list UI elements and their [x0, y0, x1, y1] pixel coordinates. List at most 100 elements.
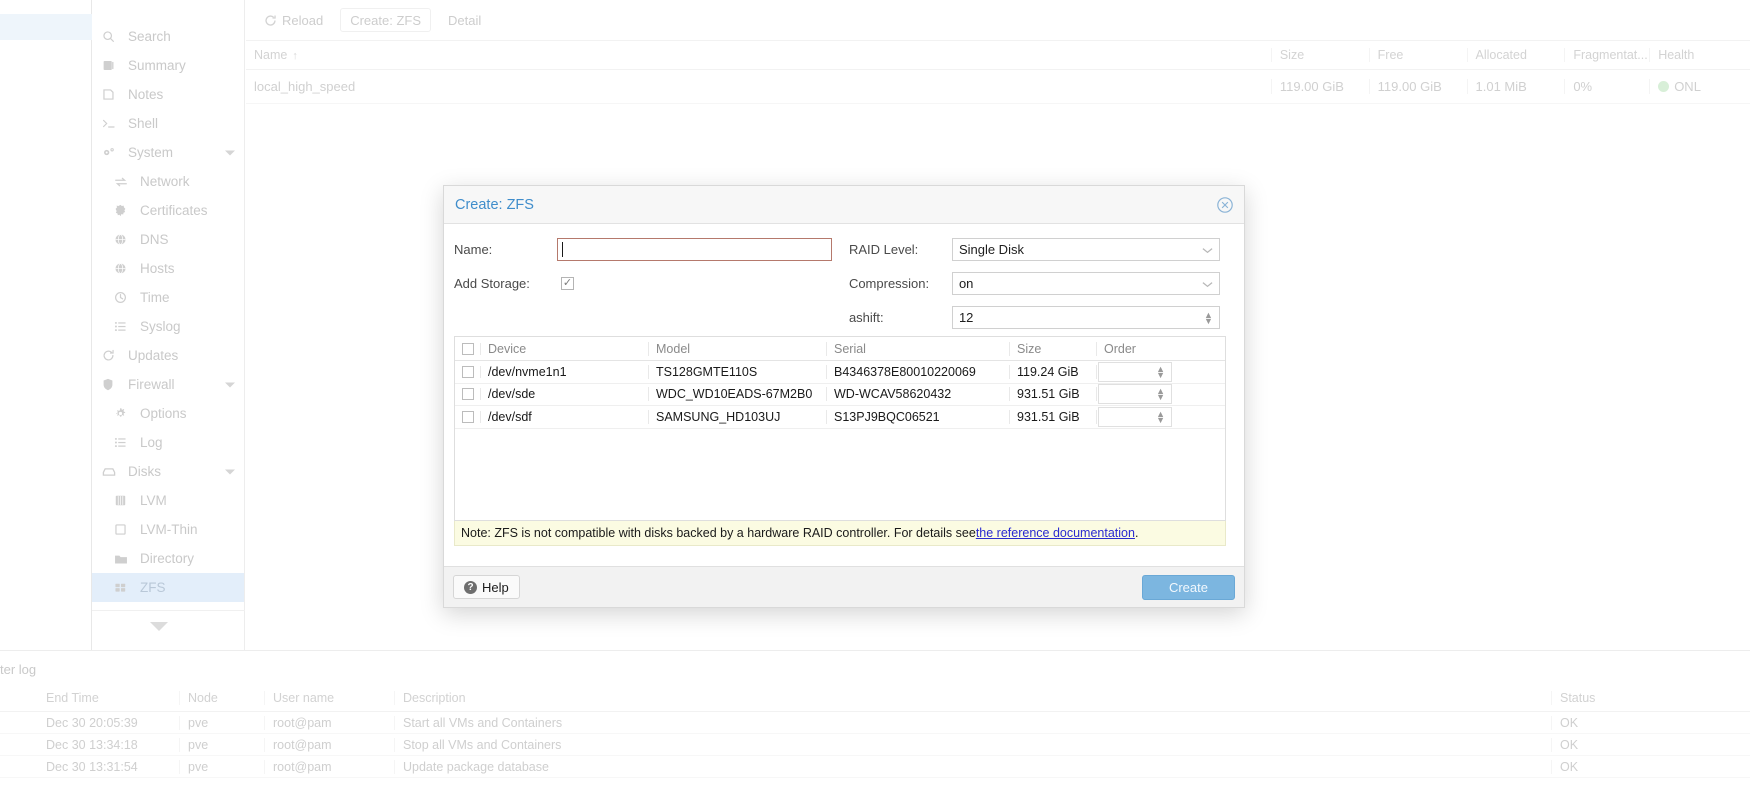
- network-icon: [114, 175, 133, 189]
- sidebar-collapse-icon[interactable]: [150, 622, 168, 631]
- sidebar-item-notes[interactable]: Notes: [92, 80, 244, 109]
- sidebar-item-network[interactable]: Network: [92, 167, 244, 196]
- cell-disk-size: 931.51 GiB: [1010, 387, 1097, 402]
- ashift-stepper[interactable]: 12 ▲ ▼: [951, 306, 1220, 329]
- sidebar-item-dns[interactable]: DNS: [92, 225, 244, 254]
- sidebar-item-firewall[interactable]: Firewall: [92, 370, 244, 399]
- sidebar-item-lvm-thin[interactable]: LVM-Thin: [92, 515, 244, 544]
- sidebar-item-syslog[interactable]: Syslog: [92, 312, 244, 341]
- dialog-form: Name: Add Storage: ✓ RAID Level: Single …: [454, 238, 1234, 329]
- table-row[interactable]: /dev/sdf SAMSUNG_HD103UJ S13PJ9BQC06521 931…: [455, 406, 1225, 429]
- add-storage-checkbox[interactable]: ✓: [561, 277, 574, 290]
- sidebar-item-shell[interactable]: Shell: [92, 109, 244, 138]
- select-all-checkbox[interactable]: [461, 342, 474, 355]
- table-row[interactable]: /dev/nvme1n1 TS128GMTE110S B4346378E800102…: [455, 361, 1225, 384]
- cell-order[interactable]: ▲ ▼: [1097, 406, 1173, 427]
- column-header-free[interactable]: Free: [1370, 48, 1468, 62]
- column-label-name: Name: [254, 48, 288, 62]
- raid-level-select[interactable]: Single Disk: [951, 238, 1220, 261]
- spinner-icon[interactable]: ▲ ▼: [1156, 409, 1165, 424]
- compression-select[interactable]: on: [951, 272, 1220, 295]
- sidebar-item-label: ZFS: [140, 580, 166, 595]
- cell-serial: WD-WCAV58620432: [827, 387, 1010, 402]
- disk-column-header-order[interactable]: Order: [1097, 342, 1173, 356]
- list-item[interactable]: Dec 30 13:31:54 pve root@pam Update package…: [0, 756, 1750, 778]
- row-checkbox-cell[interactable]: [455, 388, 481, 401]
- rail-selected-node[interactable]: [0, 14, 92, 40]
- chevron-down-icon[interactable]: [225, 382, 235, 387]
- spinner-down-icon[interactable]: ▼: [1156, 415, 1165, 424]
- sidebar-item-zfs[interactable]: ZFS: [92, 573, 244, 602]
- globe-icon: [114, 262, 133, 276]
- health-label: ONL: [1674, 79, 1701, 94]
- spinner-down-icon[interactable]: ▼: [1204, 316, 1213, 325]
- name-input[interactable]: [557, 238, 832, 261]
- log-column-header-node[interactable]: Node: [180, 691, 265, 705]
- order-input[interactable]: ▲ ▼: [1098, 384, 1172, 405]
- disk-column-header-size[interactable]: Size: [1010, 341, 1097, 356]
- globe-icon: [114, 233, 133, 247]
- create-button[interactable]: Create: [1141, 574, 1235, 600]
- disk-icon: [102, 465, 121, 479]
- column-header-health[interactable]: Health: [1650, 48, 1750, 62]
- reload-button[interactable]: Reload: [254, 8, 334, 32]
- sidebar-divider: [92, 610, 245, 611]
- select-all-checkbox-cell[interactable]: [455, 342, 481, 355]
- disk-select-checkbox[interactable]: [461, 388, 474, 401]
- spinner-down-icon[interactable]: ▼: [1156, 393, 1165, 402]
- sidebar-item-certificates[interactable]: Certificates: [92, 196, 244, 225]
- content-toolbar: Reload Create: ZFS Detail: [246, 0, 1750, 41]
- sidebar-item-hosts[interactable]: Hosts: [92, 254, 244, 283]
- sidebar-item-label: Updates: [128, 348, 179, 363]
- sidebar-item-directory[interactable]: Directory: [92, 544, 244, 573]
- sidebar-item-system[interactable]: System: [92, 138, 244, 167]
- clock-icon: [114, 291, 133, 305]
- sidebar-item-search[interactable]: Search: [92, 22, 244, 51]
- form-column-right: RAID Level: Single Disk Compression: on: [849, 238, 1234, 329]
- log-column-header-end-time[interactable]: End Time: [38, 691, 180, 705]
- sidebar-item-options[interactable]: Options: [92, 399, 244, 428]
- cell-status: OK: [1560, 715, 1579, 730]
- close-icon[interactable]: [1216, 196, 1234, 214]
- disk-select-checkbox[interactable]: [461, 365, 474, 378]
- disk-select-checkbox[interactable]: [461, 410, 474, 423]
- chevron-down-icon[interactable]: [225, 469, 235, 474]
- column-header-allocated[interactable]: Allocated: [1468, 48, 1566, 62]
- table-row[interactable]: local_high_speed 119.00 GiB 119.00 GiB 1…: [246, 70, 1750, 104]
- log-column-header-status[interactable]: Status: [1552, 691, 1750, 705]
- list-item[interactable]: Dec 30 20:05:39 pve root@pam Start all VMs …: [0, 712, 1750, 734]
- cell-order[interactable]: ▲ ▼: [1097, 384, 1173, 405]
- log-column-header-user[interactable]: User name: [265, 691, 395, 705]
- disk-column-header-model[interactable]: Model: [649, 341, 827, 356]
- order-input[interactable]: ▲ ▼: [1098, 406, 1172, 427]
- spinner-icon[interactable]: ▲ ▼: [1156, 364, 1165, 379]
- table-row[interactable]: /dev/sde WDC_WD10EADS-67M2B0 WD-WCAV586204…: [455, 384, 1225, 406]
- row-checkbox-cell[interactable]: [455, 365, 481, 378]
- column-header-fragmentation[interactable]: Fragmentat...: [1565, 48, 1651, 62]
- detail-button[interactable]: Detail: [438, 8, 492, 32]
- spinner-icon[interactable]: ▲ ▼: [1156, 387, 1165, 402]
- spinner-down-icon[interactable]: ▼: [1156, 370, 1165, 379]
- disk-column-header-serial[interactable]: Serial: [827, 341, 1010, 356]
- column-header-name[interactable]: Name ↑: [246, 48, 1272, 62]
- sidebar-item-summary[interactable]: Summary: [92, 51, 244, 80]
- row-checkbox-cell[interactable]: [455, 410, 481, 423]
- disk-column-header-device[interactable]: Device: [481, 341, 649, 356]
- sidebar-item-time[interactable]: Time: [92, 283, 244, 312]
- log-column-header-description[interactable]: Description: [395, 691, 1552, 705]
- cell-user: root@pam: [265, 759, 395, 774]
- sidebar-item-log[interactable]: Log: [92, 428, 244, 457]
- sidebar-item-lvm[interactable]: LVM: [92, 486, 244, 515]
- column-header-size[interactable]: Size: [1272, 48, 1370, 62]
- detail-label: Detail: [448, 12, 482, 28]
- help-button[interactable]: ? Help: [453, 575, 520, 599]
- reference-documentation-link[interactable]: the reference documentation: [976, 526, 1135, 540]
- sidebar-item-disks[interactable]: Disks: [92, 457, 244, 486]
- cell-order[interactable]: ▲ ▼: [1097, 361, 1173, 382]
- order-input[interactable]: ▲ ▼: [1098, 361, 1172, 382]
- sidebar-item-updates[interactable]: Updates: [92, 341, 244, 370]
- chevron-down-icon[interactable]: [225, 150, 235, 155]
- spinner-icon[interactable]: ▲ ▼: [1204, 310, 1213, 325]
- list-item[interactable]: Dec 30 13:34:18 pve root@pam Stop all VMs a…: [0, 734, 1750, 756]
- create-zfs-button[interactable]: Create: ZFS: [340, 8, 431, 32]
